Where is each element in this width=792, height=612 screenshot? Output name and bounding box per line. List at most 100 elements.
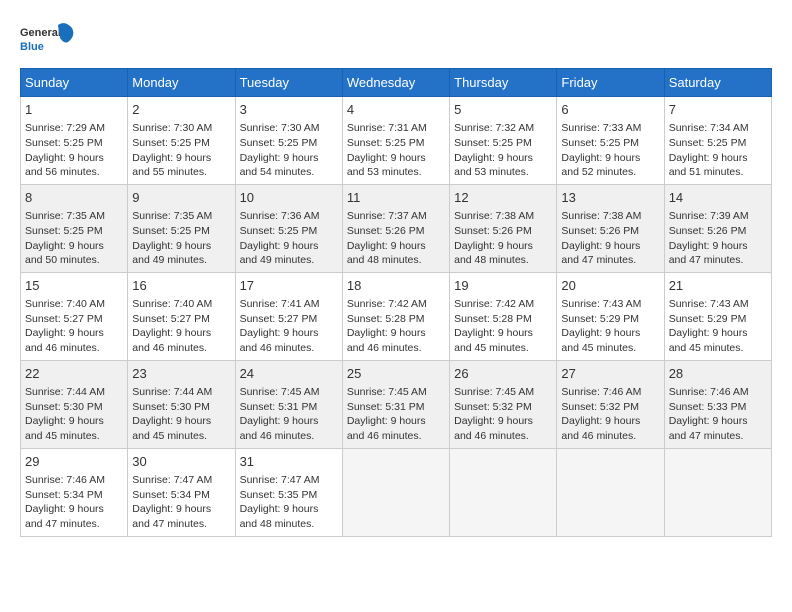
day-info-line: Daylight: 9 hours: [561, 326, 659, 341]
day-info-line: Sunrise: 7:35 AM: [25, 209, 123, 224]
day-info-line: Sunset: 5:26 PM: [454, 224, 552, 239]
day-info-line: Sunset: 5:32 PM: [561, 400, 659, 415]
calendar-day-cell: 26Sunrise: 7:45 AMSunset: 5:32 PMDayligh…: [450, 360, 557, 448]
day-info-line: and 45 minutes.: [25, 429, 123, 444]
calendar-day-cell: 2Sunrise: 7:30 AMSunset: 5:25 PMDaylight…: [128, 97, 235, 185]
day-info-line: Daylight: 9 hours: [25, 151, 123, 166]
calendar-day-cell: [450, 448, 557, 536]
day-number: 31: [240, 453, 338, 471]
day-info-line: Sunrise: 7:46 AM: [669, 385, 767, 400]
day-info-line: and 48 minutes.: [347, 253, 445, 268]
day-info-line: Sunrise: 7:44 AM: [132, 385, 230, 400]
day-info-line: Sunset: 5:25 PM: [347, 136, 445, 151]
calendar-day-cell: 20Sunrise: 7:43 AMSunset: 5:29 PMDayligh…: [557, 272, 664, 360]
day-info-line: and 48 minutes.: [454, 253, 552, 268]
day-number: 1: [25, 101, 123, 119]
day-info-line: Sunrise: 7:30 AM: [132, 121, 230, 136]
day-number: 2: [132, 101, 230, 119]
weekday-header: Tuesday: [235, 69, 342, 97]
day-info-line: and 47 minutes.: [561, 253, 659, 268]
calendar-day-cell: 29Sunrise: 7:46 AMSunset: 5:34 PMDayligh…: [21, 448, 128, 536]
day-info-line: Sunset: 5:32 PM: [454, 400, 552, 415]
day-number: 19: [454, 277, 552, 295]
page-header: GeneralBlue: [20, 20, 772, 60]
calendar-day-cell: 10Sunrise: 7:36 AMSunset: 5:25 PMDayligh…: [235, 184, 342, 272]
calendar-day-cell: 6Sunrise: 7:33 AMSunset: 5:25 PMDaylight…: [557, 97, 664, 185]
day-info-line: Daylight: 9 hours: [132, 326, 230, 341]
day-info-line: Sunrise: 7:38 AM: [454, 209, 552, 224]
day-info-line: and 46 minutes.: [240, 341, 338, 356]
day-info-line: Daylight: 9 hours: [347, 151, 445, 166]
day-info-line: Daylight: 9 hours: [132, 151, 230, 166]
day-info-line: Sunset: 5:35 PM: [240, 488, 338, 503]
day-info-line: and 46 minutes.: [347, 341, 445, 356]
day-number: 27: [561, 365, 659, 383]
day-info-line: and 46 minutes.: [454, 429, 552, 444]
day-info-line: Sunset: 5:29 PM: [669, 312, 767, 327]
calendar-day-cell: 15Sunrise: 7:40 AMSunset: 5:27 PMDayligh…: [21, 272, 128, 360]
day-info-line: Daylight: 9 hours: [669, 151, 767, 166]
calendar-day-cell: 19Sunrise: 7:42 AMSunset: 5:28 PMDayligh…: [450, 272, 557, 360]
day-number: 13: [561, 189, 659, 207]
day-info-line: Daylight: 9 hours: [25, 502, 123, 517]
day-info-line: Sunrise: 7:42 AM: [347, 297, 445, 312]
day-info-line: and 51 minutes.: [669, 165, 767, 180]
day-number: 28: [669, 365, 767, 383]
day-number: 20: [561, 277, 659, 295]
calendar-body: 1Sunrise: 7:29 AMSunset: 5:25 PMDaylight…: [21, 97, 772, 537]
calendar-day-cell: 28 Sunrise: 7:46 AMSunset: 5:33 PMDayligh…: [664, 360, 771, 448]
day-info-line: Daylight: 9 hours: [347, 414, 445, 429]
calendar-day-cell: 16Sunrise: 7:40 AMSunset: 5:27 PMDayligh…: [128, 272, 235, 360]
day-info-line: Sunrise: 7:31 AM: [347, 121, 445, 136]
day-info-line: and 47 minutes.: [132, 517, 230, 532]
day-number: 7: [669, 101, 767, 119]
weekday-header: Wednesday: [342, 69, 449, 97]
calendar-day-cell: 4Sunrise: 7:31 AMSunset: 5:25 PMDaylight…: [342, 97, 449, 185]
day-info-line: and 53 minutes.: [454, 165, 552, 180]
day-info-line: Sunset: 5:30 PM: [132, 400, 230, 415]
day-info-line: Sunset: 5:28 PM: [347, 312, 445, 327]
day-info-line: and 50 minutes.: [25, 253, 123, 268]
day-info-line: and 47 minutes.: [25, 517, 123, 532]
day-info-line: Daylight: 9 hours: [561, 239, 659, 254]
calendar-table: SundayMondayTuesdayWednesdayThursdayFrid…: [20, 68, 772, 537]
day-info-line: and 46 minutes.: [25, 341, 123, 356]
weekday-header: Monday: [128, 69, 235, 97]
day-info-line: Daylight: 9 hours: [132, 414, 230, 429]
day-number: 15: [25, 277, 123, 295]
calendar-day-cell: 14Sunrise: 7:39 AMSunset: 5:26 PMDayligh…: [664, 184, 771, 272]
day-info-line: Sunset: 5:34 PM: [25, 488, 123, 503]
day-number: 22: [25, 365, 123, 383]
weekday-header: Thursday: [450, 69, 557, 97]
day-info-line: and 45 minutes.: [132, 429, 230, 444]
svg-text:General: General: [20, 27, 61, 39]
day-info-line: Sunset: 5:25 PM: [25, 136, 123, 151]
day-number: 10: [240, 189, 338, 207]
day-info-line: and 52 minutes.: [561, 165, 659, 180]
day-info-line: and 47 minutes.: [669, 253, 767, 268]
day-info-line: Sunrise: 7:29 AM: [25, 121, 123, 136]
day-info-line: and 49 minutes.: [132, 253, 230, 268]
day-info-line: Daylight: 9 hours: [454, 414, 552, 429]
day-info-line: and 46 minutes.: [240, 429, 338, 444]
day-info-line: Daylight: 9 hours: [561, 151, 659, 166]
day-info-line: Sunset: 5:33 PM: [669, 400, 767, 415]
day-info-line: Sunrise: 7:45 AM: [347, 385, 445, 400]
day-info-line: Daylight: 9 hours: [25, 239, 123, 254]
day-number: 8: [25, 189, 123, 207]
day-number: 30: [132, 453, 230, 471]
day-number: 12: [454, 189, 552, 207]
calendar-day-cell: 9Sunrise: 7:35 AMSunset: 5:25 PMDaylight…: [128, 184, 235, 272]
day-info-line: Daylight: 9 hours: [669, 414, 767, 429]
calendar-day-cell: 24Sunrise: 7:45 AMSunset: 5:31 PMDayligh…: [235, 360, 342, 448]
day-info-line: Daylight: 9 hours: [454, 239, 552, 254]
day-info-line: and 49 minutes.: [240, 253, 338, 268]
day-number: 26: [454, 365, 552, 383]
day-info-line: Sunrise: 7:30 AM: [240, 121, 338, 136]
day-info-line: Sunset: 5:26 PM: [561, 224, 659, 239]
day-info-line: Sunset: 5:29 PM: [561, 312, 659, 327]
day-info-line: Sunset: 5:25 PM: [561, 136, 659, 151]
day-info-line: Sunset: 5:25 PM: [669, 136, 767, 151]
day-info-line: Sunrise: 7:39 AM: [669, 209, 767, 224]
calendar-day-cell: 21Sunrise: 7:43 AMSunset: 5:29 PMDayligh…: [664, 272, 771, 360]
